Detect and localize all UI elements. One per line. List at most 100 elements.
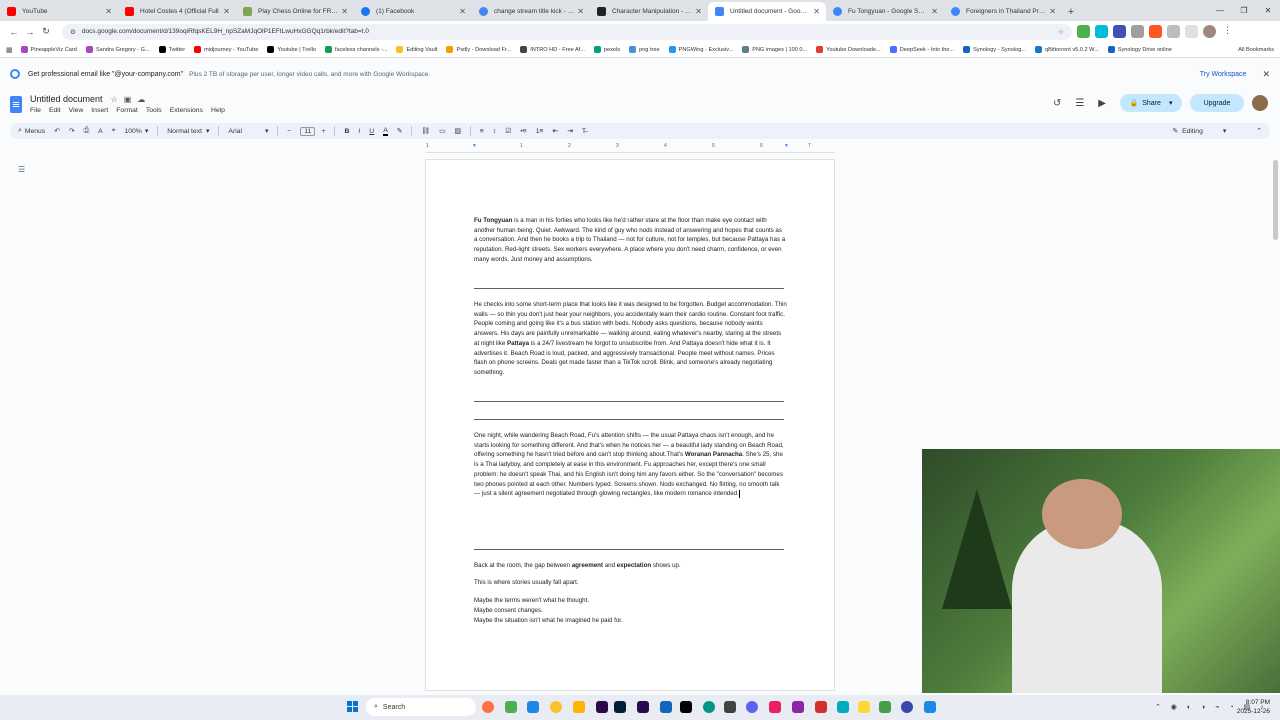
app-icon[interactable] xyxy=(505,701,517,713)
close-window-icon[interactable]: ✕ xyxy=(1256,0,1280,20)
bookmark-item[interactable]: Synology - Synolog... xyxy=(963,46,1026,53)
bookmark-item[interactable]: pexels xyxy=(593,46,620,53)
paragraph-line[interactable]: Maybe consent changes. xyxy=(474,607,543,614)
document-title[interactable]: Untitled document xyxy=(30,94,103,104)
link-icon[interactable]: ⛓ xyxy=(421,127,430,135)
tab-chess[interactable]: Play Chess Online for FREE - 2✕ xyxy=(236,2,354,21)
undo-icon[interactable]: ↶ xyxy=(54,127,60,135)
highlight-icon[interactable]: ✎ xyxy=(397,127,403,135)
zoom-select[interactable]: 100% ▾ xyxy=(124,127,148,136)
clear-formatting-icon[interactable]: T̶ xyxy=(582,128,586,135)
app-icon[interactable] xyxy=(703,701,715,713)
bookmark-item[interactable]: Psdly - Download Fr... xyxy=(446,46,511,53)
tab-youtube[interactable]: YouTube ✕ xyxy=(0,2,118,21)
tab-fu-tongyuan-search[interactable]: Fu Tongyuan - Google Search ✕ xyxy=(826,2,944,21)
premiere-icon[interactable] xyxy=(637,701,649,713)
comments-icon[interactable]: ☰ xyxy=(1075,98,1084,109)
increase-indent-icon[interactable]: ⇥ xyxy=(567,127,573,135)
document-page[interactable]: Fu Tongyuan is a man in his forties who … xyxy=(426,160,834,690)
bookmark-item[interactable]: Sandra Gregory - G... xyxy=(85,46,150,53)
bookmark-item[interactable]: Synology Drive online xyxy=(1107,46,1172,53)
bookmark-star-icon[interactable]: ☆ xyxy=(1058,28,1064,36)
bold-icon[interactable]: B xyxy=(344,128,349,135)
add-comment-icon[interactable]: ▭ xyxy=(439,127,445,135)
app-icon[interactable] xyxy=(724,701,736,713)
bookmark-item[interactable]: faceless channels -... xyxy=(324,46,387,53)
bulleted-list-icon[interactable]: •≡ xyxy=(520,128,526,135)
bookmark-item[interactable]: qBittorrent v5.0.2 W... xyxy=(1034,46,1099,53)
new-tab-button[interactable]: + xyxy=(1062,2,1080,21)
menu-tools[interactable]: Tools xyxy=(146,107,162,114)
app-icon[interactable] xyxy=(527,701,539,713)
back-icon[interactable]: ← xyxy=(6,24,22,40)
spellcheck-icon[interactable]: A xyxy=(98,128,103,135)
menus-search[interactable]: ⌕ Menus xyxy=(18,127,45,135)
editing-mode-select[interactable]: ✎ Editing ▾ xyxy=(1172,127,1226,136)
after-effects-icon[interactable] xyxy=(596,701,608,713)
paint-format-icon[interactable]: ⌖ xyxy=(112,127,116,135)
app-icon[interactable] xyxy=(482,701,494,713)
app-icon[interactable] xyxy=(660,701,672,713)
menu-file[interactable]: File xyxy=(30,107,41,114)
close-icon[interactable]: ✕ xyxy=(1262,69,1270,80)
close-icon[interactable]: ✕ xyxy=(1049,7,1056,16)
insert-image-icon[interactable]: ▨ xyxy=(455,127,461,135)
print-icon[interactable]: ⎙ xyxy=(84,127,89,135)
tab-google-search-stream[interactable]: change stream title kick - Goog✕ xyxy=(472,2,590,21)
close-icon[interactable]: ✕ xyxy=(931,7,938,16)
close-icon[interactable]: ✕ xyxy=(459,7,466,16)
menu-edit[interactable]: Edit xyxy=(49,107,61,114)
decrease-font-size-icon[interactable]: − xyxy=(287,128,291,135)
version-history-icon[interactable]: ↺ xyxy=(1053,98,1061,109)
paragraph-line[interactable]: Back at the room, the gap between agreem… xyxy=(474,562,681,569)
scrollbar[interactable] xyxy=(1273,160,1278,240)
tab-foreigners-prison[interactable]: Foreigners in Thailand Prison ✕ xyxy=(944,2,1062,21)
align-icon[interactable]: ≡ xyxy=(480,128,484,135)
font-size-input[interactable]: 11 xyxy=(300,126,316,136)
app-icon[interactable] xyxy=(769,701,781,713)
paragraph-intro[interactable]: Fu Tongyuan is a man in his forties who … xyxy=(474,216,787,265)
discord-icon[interactable] xyxy=(746,701,758,713)
decrease-indent-icon[interactable]: ⇤ xyxy=(553,127,559,135)
text-color-icon[interactable]: A xyxy=(383,127,388,136)
menu-insert[interactable]: Insert xyxy=(91,107,108,114)
close-icon[interactable]: ✕ xyxy=(813,7,820,16)
menu-format[interactable]: Format xyxy=(116,107,138,114)
bookmark-item[interactable]: Youtube Downloade... xyxy=(816,46,881,53)
photoshop-icon[interactable] xyxy=(614,701,626,713)
maximize-icon[interactable]: ❐ xyxy=(1232,0,1256,20)
move-folder-icon[interactable]: ▣ xyxy=(124,95,138,104)
app-icon[interactable] xyxy=(858,701,870,713)
taskbar-search[interactable]: ⌕ Search xyxy=(366,698,476,716)
font-select[interactable]: Arial ▾ xyxy=(228,127,268,136)
bookmark-item[interactable]: midjourney - YouTube xyxy=(194,46,258,53)
paragraph-line[interactable]: This is where stories usually fall apart… xyxy=(474,579,579,586)
paragraph-hotel[interactable]: He checks into some short-term place tha… xyxy=(474,300,787,378)
extensions-puzzle-icon[interactable] xyxy=(1167,25,1180,38)
extension-icon[interactable] xyxy=(1149,25,1162,38)
right-indent-marker-icon[interactable]: ▼ xyxy=(784,143,789,149)
numbered-list-icon[interactable]: 1≡ xyxy=(536,128,544,135)
download-icon[interactable] xyxy=(1185,25,1198,38)
app-icon[interactable] xyxy=(792,701,804,713)
menu-help[interactable]: Help xyxy=(211,107,225,114)
extension-icon[interactable] xyxy=(1131,25,1144,38)
ruler[interactable]: 1 ▼ 1 2 3 4 5 6 ▼ 7 xyxy=(426,143,834,153)
close-icon[interactable]: ✕ xyxy=(695,7,702,16)
tab-untitled-document[interactable]: Untitled document - Google Do✕ xyxy=(708,2,826,21)
try-workspace-link[interactable]: Try Workspace xyxy=(1200,71,1247,78)
app-icon[interactable] xyxy=(815,701,827,713)
app-icon[interactable] xyxy=(901,701,913,713)
clock[interactable]: 8:07 PM 2025-12-26 xyxy=(1237,698,1270,716)
google-docs-icon[interactable] xyxy=(10,96,22,113)
bookmark-item[interactable]: PNGWing - Exclusiv... xyxy=(668,46,733,53)
star-icon[interactable]: ☆ xyxy=(111,95,124,104)
bookmark-item[interactable]: PineappleViz Card xyxy=(20,46,77,53)
windows-start-icon[interactable] xyxy=(347,701,359,713)
cloud-status-icon[interactable]: ☁ xyxy=(137,95,151,104)
bookmark-item[interactable]: INTRO HD - Free Af... xyxy=(520,46,585,53)
bookmark-item[interactable]: png tree xyxy=(629,46,660,53)
close-icon[interactable]: ✕ xyxy=(341,7,348,16)
menu-view[interactable]: View xyxy=(69,107,84,114)
bookmark-item[interactable]: DeepSeek - Into the... xyxy=(889,46,954,53)
